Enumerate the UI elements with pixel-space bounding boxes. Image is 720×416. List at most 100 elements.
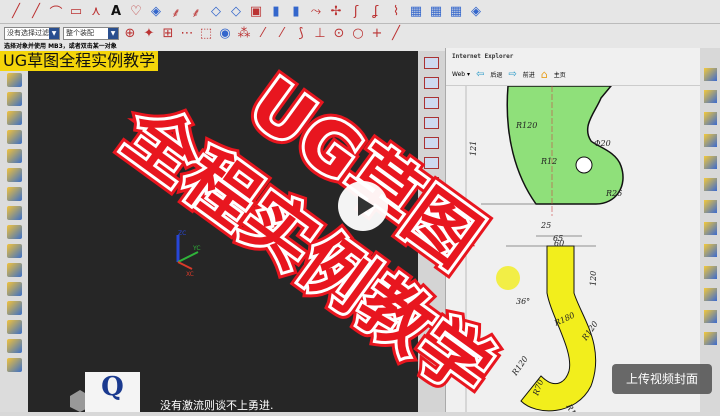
snap-icon[interactable]: ⋯	[179, 25, 195, 41]
project-icon[interactable]: ◇	[228, 4, 244, 20]
tool-icon[interactable]	[6, 92, 22, 106]
line-icon[interactable]: ╱	[28, 4, 44, 20]
tool-icon[interactable]	[6, 149, 22, 163]
dim-label: R26	[605, 189, 622, 198]
box-icon[interactable]: ⬚	[198, 25, 214, 41]
tool-icon[interactable]	[6, 225, 22, 239]
rectangle-icon[interactable]: ▭	[68, 4, 84, 20]
logo: Q	[85, 372, 140, 412]
revolve-icon[interactable]: ▮	[288, 4, 304, 20]
tool-icon[interactable]	[703, 68, 717, 81]
home-button[interactable]: 主页	[554, 70, 566, 79]
mirror-icon[interactable]: ◇	[208, 4, 224, 20]
tool-icon[interactable]	[6, 301, 22, 315]
center-icon[interactable]: ⊙	[331, 25, 347, 41]
curve-icon[interactable]: ʆ	[368, 4, 384, 20]
dim-label: R120	[510, 355, 530, 378]
play-button[interactable]	[338, 181, 388, 231]
tool-icon[interactable]	[424, 157, 439, 169]
tool-icon[interactable]	[424, 97, 439, 109]
text-tool-icon[interactable]: A	[108, 4, 124, 20]
intersect-icon[interactable]: ▣	[248, 4, 264, 20]
tool-icon[interactable]	[703, 90, 717, 103]
hole	[575, 156, 593, 174]
tool-icon[interactable]	[6, 168, 22, 182]
tool-icon[interactable]	[703, 244, 717, 257]
forward-button[interactable]: 前进	[523, 70, 535, 79]
tool-icon[interactable]	[703, 266, 717, 279]
snap-icon[interactable]: ✦	[141, 25, 157, 41]
cross-icon[interactable]: +	[369, 25, 385, 41]
tool-icon[interactable]	[6, 339, 22, 353]
curve-icon[interactable]: ʃ	[348, 4, 364, 20]
spline-icon[interactable]: ⋏	[88, 4, 104, 20]
tool-icon[interactable]	[703, 112, 717, 125]
tool-icon[interactable]	[6, 244, 22, 258]
dim-label: 121	[469, 141, 478, 156]
tool-icon[interactable]	[6, 263, 22, 277]
curve-icon[interactable]: ✢	[328, 4, 344, 20]
filter-select[interactable]: 没有选择过滤器 ▼	[4, 26, 60, 40]
curve-icon[interactable]: ⌇	[388, 4, 404, 20]
web-menu[interactable]: Web ▾	[452, 71, 470, 78]
scope-select[interactable]: 整个装配 ▼	[63, 26, 119, 40]
tool-icon[interactable]	[703, 156, 717, 169]
main-toolbar: ╱ ╱ ⌒ ▭ ⋏ A ♡ ◈ ⸙ ⸙ ◇ ◇ ▣ ▮ ▮ ⤳ ✢ ʃ ʆ ⌇ …	[0, 0, 720, 24]
tool-icon[interactable]	[424, 77, 439, 89]
tool-icon[interactable]	[703, 310, 717, 323]
trim-icon[interactable]: ⸙	[188, 4, 204, 21]
intersection-icon[interactable]: ⊥	[312, 25, 328, 41]
line-icon[interactable]: ╱	[8, 4, 24, 20]
snap-icon[interactable]: ⊕	[122, 25, 138, 41]
extrude-icon[interactable]: ▮	[268, 4, 284, 20]
offset-icon[interactable]: ◈	[148, 4, 164, 20]
grid-icon[interactable]: ▦	[448, 4, 464, 20]
upload-cover-button[interactable]: 上传视频封面	[612, 364, 712, 394]
middle-toolbar	[418, 51, 445, 412]
tool-icon[interactable]	[703, 332, 717, 345]
tool-icon[interactable]	[424, 197, 439, 209]
dim-label: 285	[469, 331, 478, 347]
tool-icon[interactable]	[703, 134, 717, 147]
banner-title: UG草图全程实例教学	[0, 51, 159, 71]
axis-z-label: ZC	[178, 230, 186, 237]
line-snap-icon[interactable]: ╱	[388, 25, 404, 41]
endpoint-icon[interactable]: ⁄	[255, 25, 271, 41]
tool-icon[interactable]	[6, 130, 22, 144]
tool-icon[interactable]	[6, 358, 22, 372]
tool-icon[interactable]	[703, 178, 717, 191]
trim-icon[interactable]: ⸙	[168, 4, 184, 21]
tool-icon[interactable]	[424, 117, 439, 129]
tool-icon[interactable]	[6, 187, 22, 201]
tool-icon[interactable]	[703, 222, 717, 235]
snap-icon[interactable]: ⊞	[160, 25, 176, 41]
axis-y-label: YC	[192, 245, 201, 252]
tool-icon[interactable]	[6, 320, 22, 334]
dim-label: 65	[553, 234, 563, 243]
back-arrow-icon[interactable]: ⇦	[476, 69, 484, 80]
curve-icon[interactable]: ⤳	[308, 4, 324, 20]
tool-icon[interactable]	[424, 57, 439, 69]
home-icon[interactable]: ⌂	[541, 68, 548, 81]
tool-icon[interactable]	[703, 288, 717, 301]
forward-arrow-icon[interactable]: ⇨	[508, 69, 516, 80]
tool-icon[interactable]	[6, 111, 22, 125]
quadrant-icon[interactable]: ○	[350, 25, 366, 41]
midpoint-icon[interactable]: ⁄	[274, 25, 290, 41]
grid-icon[interactable]: ▦	[428, 4, 444, 20]
cube-icon[interactable]: ◉	[217, 25, 233, 41]
grid-icon[interactable]: ◈	[468, 4, 484, 20]
point-icon[interactable]: ⁂	[236, 25, 252, 41]
arc-icon[interactable]: ⌒	[48, 4, 64, 21]
tool-icon[interactable]	[424, 177, 439, 189]
graphics-viewport[interactable]: ZC YC XC	[28, 51, 418, 412]
tangent-icon[interactable]: ⟆	[293, 25, 309, 41]
tool-icon[interactable]	[424, 137, 439, 149]
back-button[interactable]: 后退	[490, 70, 502, 79]
tool-icon[interactable]	[6, 206, 22, 220]
tool-icon[interactable]	[703, 200, 717, 213]
grid-icon[interactable]: ▦	[408, 4, 424, 20]
tool-icon[interactable]	[6, 73, 22, 87]
tool-icon[interactable]	[6, 282, 22, 296]
shape-icon[interactable]: ♡	[128, 4, 144, 20]
